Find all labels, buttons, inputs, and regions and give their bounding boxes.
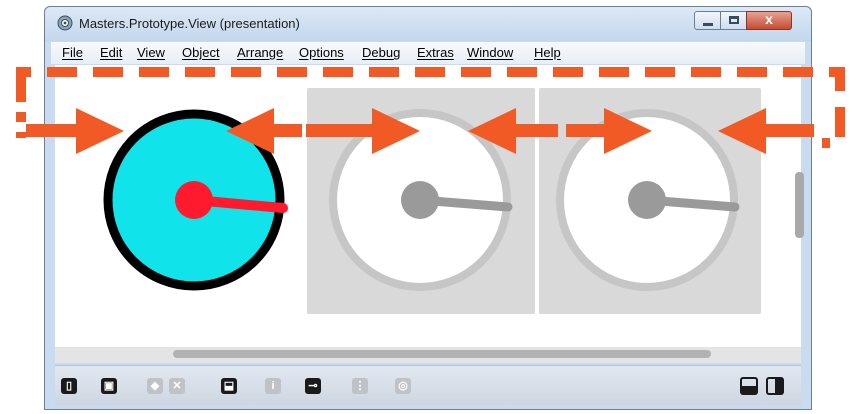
camera-icon: ◎ xyxy=(398,380,408,392)
lock-icon: ▯ xyxy=(65,380,73,392)
group-icon: ◆ xyxy=(150,380,160,392)
bottom-toolbar: ▯ ▣ ◆ ✕ ⬓ i ⊸ ⋮ ◎ xyxy=(55,365,801,405)
delete-button[interactable]: ✕ xyxy=(169,378,185,394)
close-button[interactable]: x xyxy=(746,11,792,30)
connector-button[interactable]: ⊸ xyxy=(305,378,321,394)
grid-icon: ⋮ xyxy=(354,380,366,392)
presentation-icon: ⬓ xyxy=(223,380,235,392)
menu-object[interactable]: Object xyxy=(182,45,220,60)
bring-front-icon: ▣ xyxy=(103,380,115,392)
vertical-scrollbar-thumb[interactable] xyxy=(795,172,804,238)
bring-front-button[interactable]: ▣ xyxy=(101,378,117,394)
menu-edit[interactable]: Edit xyxy=(100,45,122,60)
menu-debug[interactable]: Debug xyxy=(362,45,400,60)
app-window: Masters.Prototype.View (presentation) x … xyxy=(44,6,812,410)
layout-horizontal-icon xyxy=(742,386,756,393)
info-icon: i xyxy=(271,380,275,392)
lock-button[interactable]: ▯ xyxy=(61,378,77,394)
info-button[interactable]: i xyxy=(265,378,281,394)
menu-arrange[interactable]: Arrange xyxy=(237,45,283,60)
canvas-area[interactable] xyxy=(55,65,801,347)
minimize-button[interactable] xyxy=(694,11,721,30)
maximize-button[interactable] xyxy=(720,11,747,30)
window-title: Masters.Prototype.View (presentation) xyxy=(79,16,300,31)
menu-bar: File Edit View Object Arrange Options De… xyxy=(51,42,805,64)
menu-file[interactable]: File xyxy=(62,45,83,60)
grid-button[interactable]: ⋮ xyxy=(352,378,368,394)
menu-window[interactable]: Window xyxy=(467,45,513,60)
app-icon xyxy=(57,15,73,31)
close-icon: x xyxy=(765,11,773,27)
menu-options[interactable]: Options xyxy=(299,45,344,60)
horizontal-scrollbar-thumb[interactable] xyxy=(173,350,711,358)
menu-help[interactable]: Help xyxy=(534,45,561,60)
menu-view[interactable]: View xyxy=(137,45,165,60)
presentation-button[interactable]: ⬓ xyxy=(221,378,237,394)
connector-icon: ⊸ xyxy=(308,380,318,392)
horizontal-scrollbar[interactable] xyxy=(55,347,801,363)
layout-vertical-icon xyxy=(775,379,782,393)
layout-horizontal-button[interactable] xyxy=(740,377,758,395)
delete-icon: ✕ xyxy=(172,380,182,392)
group-button[interactable]: ◆ xyxy=(147,378,163,394)
title-bar[interactable]: Masters.Prototype.View (presentation) x xyxy=(45,7,811,41)
camera-button[interactable]: ◎ xyxy=(395,378,411,394)
menu-extras[interactable]: Extras xyxy=(417,45,454,60)
layout-vertical-button[interactable] xyxy=(766,377,784,395)
minimize-icon xyxy=(703,23,713,26)
maximize-icon xyxy=(729,16,739,24)
